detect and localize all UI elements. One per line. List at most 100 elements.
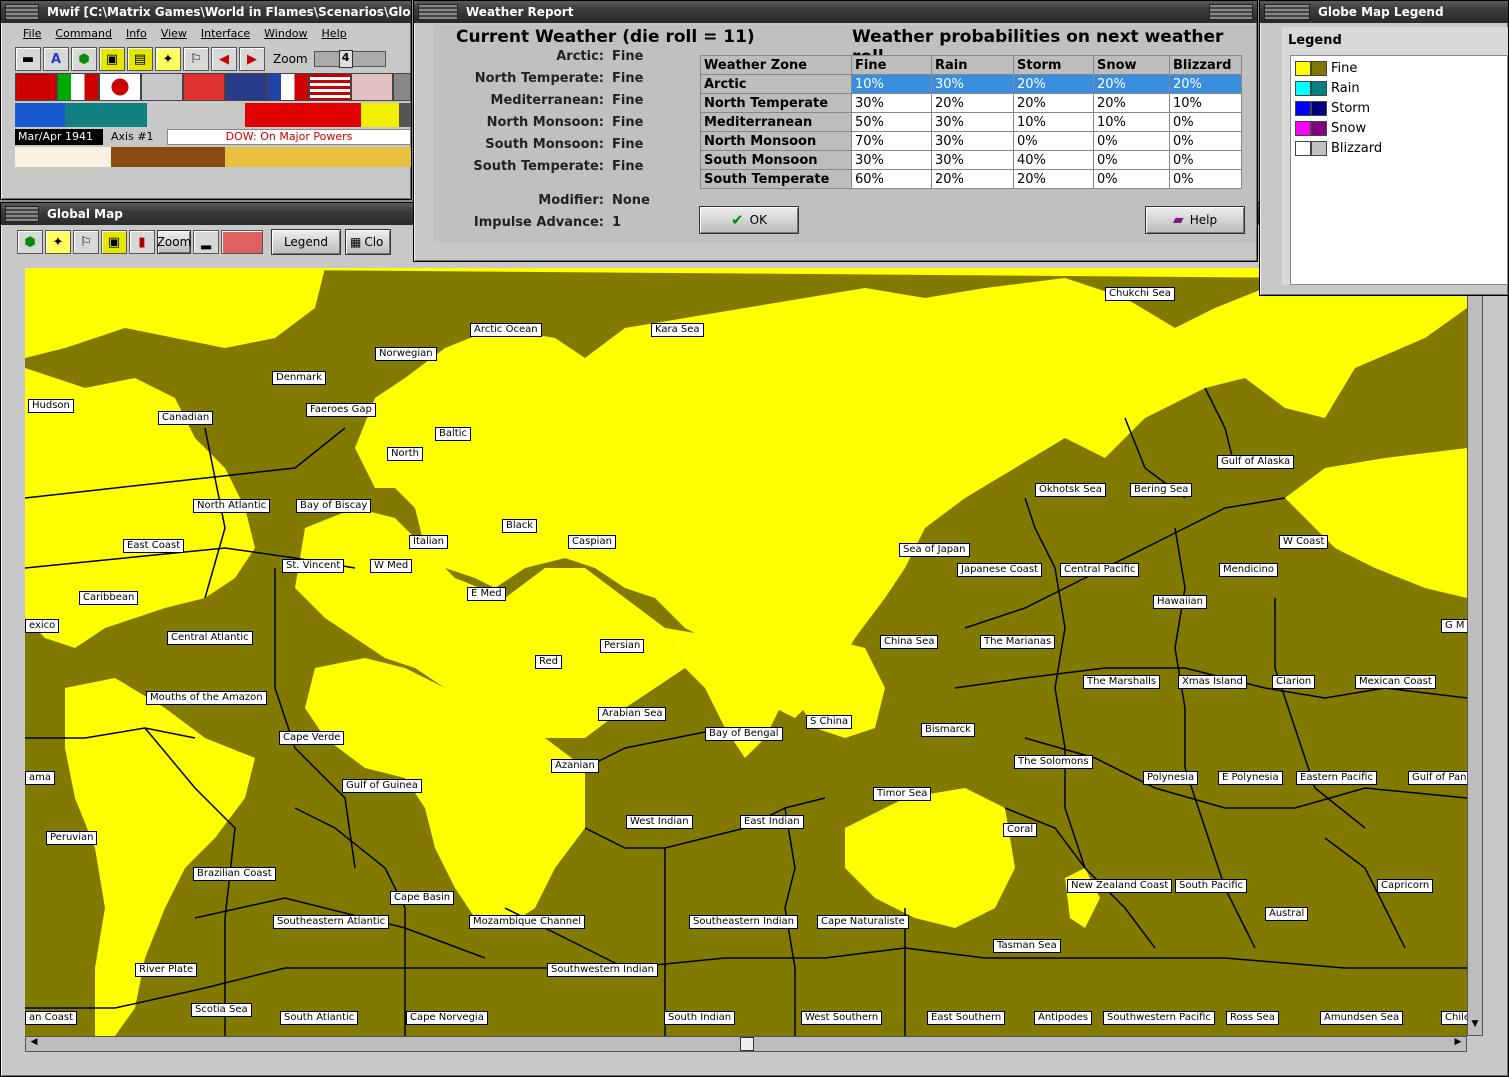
window-grip-icon[interactable] xyxy=(1264,4,1310,20)
menu-window[interactable]: Window xyxy=(264,27,307,40)
flag-blank-1[interactable] xyxy=(141,73,183,101)
map-sea-area-label[interactable]: The Marshalls xyxy=(1083,675,1161,689)
map-sea-area-label[interactable]: Japanese Coast xyxy=(957,563,1042,577)
map-sea-area-label[interactable]: China Sea xyxy=(880,635,939,649)
map-sea-area-label[interactable]: Hudson xyxy=(28,399,74,413)
map-horizontal-scrollbar[interactable]: ◀ ▶ xyxy=(25,1036,1467,1052)
scroll-right-arrow-icon[interactable]: ▶ xyxy=(1450,1037,1466,1051)
map-sea-area-label[interactable]: Kara Sea xyxy=(651,323,704,337)
table-row[interactable]: South Monsoon 30% 30% 40% 0% 0% xyxy=(700,150,1242,170)
weather-icon[interactable]: ✦ xyxy=(155,47,181,71)
map-sea-area-label[interactable]: Gulf of Pan xyxy=(1408,771,1467,785)
map-sea-area-label[interactable]: exico xyxy=(25,619,60,633)
flag-usa[interactable] xyxy=(309,73,351,101)
flag-france[interactable] xyxy=(267,73,309,101)
flag-italy[interactable] xyxy=(57,73,99,101)
map-sea-area-label[interactable]: W Med xyxy=(370,559,413,573)
arrow-right-icon[interactable]: ▶ xyxy=(239,47,265,71)
map-sea-area-label[interactable]: Gulf of Guinea xyxy=(342,779,422,793)
flag-china-icon[interactable] xyxy=(221,230,263,254)
map-sea-area-label[interactable]: Caribbean xyxy=(79,591,139,605)
map-sea-area-label[interactable]: Southeastern Indian xyxy=(689,915,798,929)
map-sea-area-label[interactable]: Baltic xyxy=(435,427,471,441)
map-sea-area-label[interactable]: Arabian Sea xyxy=(598,707,667,721)
weather-titlebar[interactable]: Weather Report xyxy=(414,1,1257,23)
menu-info[interactable]: Info xyxy=(126,27,147,40)
map-sea-area-label[interactable]: The Marianas xyxy=(980,635,1056,649)
table-row[interactable]: North Monsoon 70% 30% 0% 0% 0% xyxy=(700,131,1242,151)
flag-japan[interactable] xyxy=(99,73,141,101)
zoom-slider-thumb[interactable]: 4 xyxy=(338,50,353,68)
font-a-icon[interactable]: A xyxy=(43,47,69,71)
map-sea-area-label[interactable]: Amundsen Sea xyxy=(1320,1011,1404,1025)
map-sea-area-label[interactable]: Okhotsk Sea xyxy=(1035,483,1106,497)
map-sea-area-label[interactable]: Azanian xyxy=(551,759,599,773)
map-sea-area-label[interactable]: W Coast xyxy=(1279,535,1329,549)
map-sea-area-label[interactable]: Southeastern Atlantic xyxy=(273,915,390,929)
map-sea-area-label[interactable]: Mozambique Channel xyxy=(469,915,586,929)
ship-icon[interactable]: ▂ xyxy=(193,230,219,254)
map-sea-area-label[interactable]: The Solomons xyxy=(1014,755,1093,769)
flag-icon[interactable]: ⚐ xyxy=(73,230,99,254)
map-sea-area-label[interactable]: Timor Sea xyxy=(873,787,932,801)
map-sea-area-label[interactable]: Chukchi Sea xyxy=(1105,287,1175,301)
map-sea-area-label[interactable]: South Pacific xyxy=(1175,879,1248,893)
map-sea-area-label[interactable]: New Zealand Coast xyxy=(1067,879,1173,893)
menu-help[interactable]: Help xyxy=(322,27,347,40)
flag-other[interactable] xyxy=(393,73,411,101)
window-grip-icon[interactable] xyxy=(1209,4,1253,20)
map-sea-area-label[interactable]: Caspian xyxy=(568,535,616,549)
map-sea-area-label[interactable]: Central Pacific xyxy=(1060,563,1140,577)
zoom-slider[interactable]: 4 xyxy=(313,50,386,68)
table-row[interactable]: South Temperate 60% 20% 20% 0% 0% xyxy=(700,169,1242,189)
map-sea-area-label[interactable]: E Polynesia xyxy=(1218,771,1283,785)
map-sea-area-label[interactable]: Polynesia xyxy=(1143,771,1199,785)
map-sea-area-label[interactable]: Mexican Coast xyxy=(1355,675,1436,689)
map-sea-area-label[interactable]: East Indian xyxy=(740,815,804,829)
map-sea-area-label[interactable]: Mendicino xyxy=(1219,563,1278,577)
tank-icon[interactable]: ▬ xyxy=(15,47,41,71)
unit-alt-icon[interactable]: ▤ xyxy=(127,47,153,71)
map-sea-area-label[interactable]: Arctic Ocean xyxy=(470,323,542,337)
map-sea-area-label[interactable]: South Indian xyxy=(664,1011,736,1025)
map-sea-area-label[interactable]: Bering Sea xyxy=(1130,483,1193,497)
flag-china[interactable] xyxy=(183,73,225,101)
map-sea-area-label[interactable]: Mouths of the Amazon xyxy=(146,691,267,705)
flag-uk[interactable] xyxy=(225,73,267,101)
map-sea-area-label[interactable]: West Southern xyxy=(801,1011,883,1025)
table-row[interactable]: Arctic 10% 30% 20% 20% 20% xyxy=(700,74,1242,94)
map-sea-area-label[interactable]: North Atlantic xyxy=(193,499,271,513)
map-sea-area-label[interactable]: Hawaiian xyxy=(1153,595,1207,609)
map-sea-area-label[interactable]: South Atlantic xyxy=(280,1011,359,1025)
arrow-left-icon[interactable]: ◀ xyxy=(211,47,237,71)
map-sea-area-label[interactable]: Red xyxy=(535,655,562,669)
map-sea-area-label[interactable]: ama xyxy=(25,771,55,785)
map-sea-area-label[interactable]: Brazilian Coast xyxy=(193,867,276,881)
map-sea-area-label[interactable]: Eastern Pacific xyxy=(1296,771,1377,785)
main-titlebar[interactable]: Mwif [C:\Matrix Games\World in Flames\Sc… xyxy=(1,1,411,23)
map-sea-area-label[interactable]: G M xyxy=(1441,619,1467,633)
menu-interface[interactable]: Interface xyxy=(201,27,250,40)
map-sea-area-label[interactable]: Capricorn xyxy=(1377,879,1434,893)
map-sea-area-label[interactable]: East Coast xyxy=(123,539,185,553)
map-sea-area-label[interactable]: Tasman Sea xyxy=(993,939,1061,953)
weather-icon[interactable]: ✦ xyxy=(45,230,71,254)
map-sea-area-label[interactable]: Bay of Bengal xyxy=(705,727,783,741)
map-sea-area-label[interactable]: Austral xyxy=(1265,907,1309,921)
legend-titlebar[interactable]: Globe Map Legend xyxy=(1260,1,1508,23)
map-sea-area-label[interactable]: E Med xyxy=(467,587,506,601)
ok-button[interactable]: ✔ OK xyxy=(699,206,799,234)
flag-germany[interactable] xyxy=(15,73,57,101)
map-sea-area-label[interactable]: Cape Naturaliste xyxy=(817,915,909,929)
legend-button[interactable]: Legend xyxy=(271,229,341,255)
map-sea-area-label[interactable]: Antipodes xyxy=(1034,1011,1093,1025)
map-sea-area-label[interactable]: Gulf of Alaska xyxy=(1217,455,1295,469)
unit-icon[interactable]: ▣ xyxy=(101,230,127,254)
map-sea-area-label[interactable]: S China xyxy=(806,715,853,729)
map-sea-area-label[interactable]: an Coast xyxy=(25,1011,78,1025)
map-sea-area-label[interactable]: Black xyxy=(502,519,538,533)
map-sea-area-label[interactable]: Cape Basin xyxy=(390,891,455,905)
scroll-down-arrow-icon[interactable]: ▼ xyxy=(1468,1019,1482,1035)
map-sea-area-label[interactable]: Southwestern Pacific xyxy=(1103,1011,1215,1025)
map-sea-area-label[interactable]: Cape Verde xyxy=(279,731,345,745)
